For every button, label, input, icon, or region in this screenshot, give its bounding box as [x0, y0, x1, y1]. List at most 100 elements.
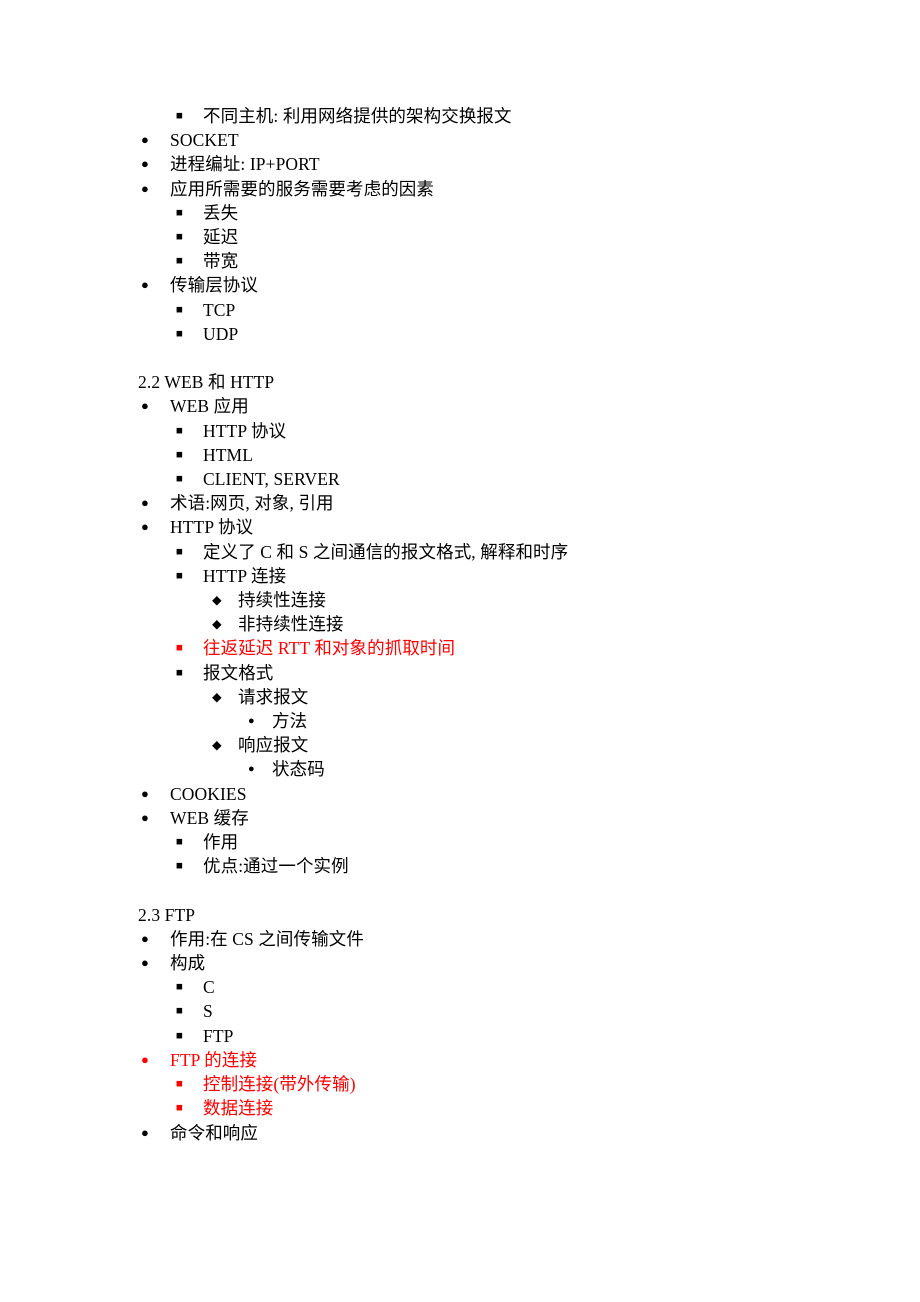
outline-item-label: 延迟 — [203, 227, 239, 248]
bullet-level1-icon: ● — [141, 132, 149, 148]
outline-item-label: 持续性连接 — [238, 590, 326, 611]
outline-item-l2: ■ TCP — [138, 298, 838, 322]
outline-item-l2: ■ C — [138, 975, 838, 999]
document-page: ■ 不同主机: 利用网络提供的架构交换报文 ● SOCKET ● 进程编址: IP+POR… — [0, 0, 920, 1302]
outline-item-label: FTP 的连接 — [170, 1049, 258, 1070]
bullet-level2-icon: ■ — [176, 327, 184, 340]
bullet-level2-icon: ■ — [176, 1078, 184, 1091]
outline-item-label: S — [203, 1001, 213, 1022]
bullet-level2-icon: ■ — [176, 836, 184, 849]
outline-item-label: UDP — [203, 323, 239, 344]
outline-item-label: 带宽 — [203, 251, 239, 272]
outline-item-label: 不同主机: 利用网络提供的架构交换报文 — [203, 106, 512, 126]
outline-item-label: 方法 — [272, 711, 308, 732]
bullet-level2-icon: ■ — [176, 255, 184, 268]
outline-item-label: HTML — [203, 444, 253, 465]
bullet-level2-icon: ■ — [176, 1029, 184, 1042]
outline-item-l2: ■ CLIENT, SERVER — [138, 467, 838, 491]
outline-item-label: 丢失 — [203, 202, 239, 223]
outline-item-l2: ■ 数据连接 — [138, 1096, 838, 1120]
outline-item-label: C — [203, 977, 215, 998]
outline-item-label: 控制连接(带外传输) — [203, 1074, 356, 1095]
outline-item-l1: ● HTTP 协议 — [138, 515, 838, 539]
outline-item-label: 定义了 C 和 S 之间通信的报文格式, 解释和时序 — [203, 541, 569, 562]
bullet-level1-icon: ● — [141, 955, 149, 971]
outline-item-label: 状态码 — [272, 759, 325, 780]
outline-item-label: 响应报文 — [238, 735, 309, 756]
bullet-level1-icon: ● — [141, 398, 149, 414]
bullet-level1-icon: ● — [141, 930, 149, 946]
bullet-level1-icon: ● — [141, 156, 149, 172]
outline-item-l2: ■ 报文格式 — [138, 661, 838, 685]
outline-item-label: 构成 — [170, 953, 206, 974]
outline-item-l4: ● 方法 — [138, 709, 838, 733]
outline-item-l2: ■ HTTP 协议 — [138, 419, 838, 443]
section-heading: 2.3 FTP — [138, 904, 196, 925]
outline-item-l1: ● 传输层协议 — [138, 273, 838, 297]
outline-item-label: COOKIES — [170, 783, 247, 804]
bullet-level3-icon: ◆ — [212, 593, 222, 608]
outline-item-l2: ■ FTP — [138, 1024, 838, 1048]
outline-item-label: HTTP 协议 — [203, 420, 287, 441]
outline-item-l1: ● WEB 缓存 — [138, 806, 838, 830]
outline-body: ■ 不同主机: 利用网络提供的架构交换报文 ● SOCKET ● 进程编址: IP+POR… — [138, 104, 838, 1145]
outline-item-label: 术语:网页, 对象, 引用 — [170, 493, 334, 514]
bullet-level1-icon: ● — [141, 180, 149, 196]
outline-item-l1: ● WEB 应用 — [138, 394, 838, 418]
outline-item-l2: ■ S — [138, 999, 838, 1023]
bullet-level1-icon: ● — [141, 495, 149, 511]
outline-item-l1: ● 命令和响应 — [138, 1121, 838, 1145]
outline-item-label: 应用所需要的服务需要考虑的因素 — [170, 178, 434, 199]
bullet-level2-icon: ■ — [176, 448, 184, 461]
outline-item-label: SOCKET — [170, 130, 239, 151]
bullet-level1-icon: ● — [141, 809, 149, 825]
outline-item-label: HTTP 连接 — [203, 565, 287, 586]
bullet-level1-icon: ● — [141, 1051, 149, 1067]
bullet-level2-icon: ■ — [176, 231, 184, 244]
bullet-level2-icon: ■ — [176, 473, 184, 486]
outline-item-label: 传输层协议 — [170, 275, 258, 296]
outline-item-l4: ● 状态码 — [138, 757, 838, 781]
outline-item-label: 优点:通过一个实例 — [203, 856, 349, 877]
outline-item-label: 作用 — [203, 832, 239, 853]
bullet-level2-icon: ■ — [176, 545, 184, 558]
bullet-level3-icon: ◆ — [212, 738, 222, 753]
outline-item-l1: ● 进程编址: IP+PORT — [138, 152, 838, 176]
bullet-level2-icon: ■ — [176, 981, 184, 994]
outline-item-l3: ◆ 请求报文 — [138, 685, 838, 709]
outline-item-label: CLIENT, SERVER — [203, 469, 340, 490]
outline-item-l2: ■ 不同主机: 利用网络提供的架构交换报文 — [138, 104, 838, 128]
bullet-level1-icon: ● — [141, 519, 149, 535]
outline-item-l3: ◆ 持续性连接 — [138, 588, 838, 612]
bullet-level1-icon: ● — [141, 277, 149, 293]
outline-item-label: 往返延迟 RTT 和对象的抓取时间 — [203, 638, 456, 659]
outline-item-label: 命令和响应 — [170, 1122, 258, 1143]
outline-item-l2: ■ 丢失 — [138, 201, 838, 225]
outline-item-label: FTP — [203, 1025, 234, 1046]
outline-item-label: 进程编址: IP+PORT — [170, 154, 320, 175]
outline-item-l2: ■ 作用 — [138, 830, 838, 854]
bullet-level1-icon: ● — [141, 1124, 149, 1140]
bullet-level4-icon: ● — [248, 763, 255, 776]
bullet-level2-icon: ■ — [176, 1005, 184, 1018]
outline-item-label: WEB 应用 — [170, 396, 249, 417]
outline-item-l2: ■ HTTP 连接 — [138, 564, 838, 588]
outline-item-l1: ● 构成 — [138, 951, 838, 975]
outline-item-l2: ■ 带宽 — [138, 249, 838, 273]
bullet-level2-icon: ■ — [176, 1102, 184, 1115]
outline-item-label: HTTP 协议 — [170, 517, 254, 538]
outline-item-l3: ◆ 非持续性连接 — [138, 612, 838, 636]
bullet-level3-icon: ◆ — [212, 689, 222, 704]
bullet-level2-icon: ■ — [176, 666, 184, 679]
outline-item-l3: ◆ 响应报文 — [138, 733, 838, 757]
bullet-level2-icon: ■ — [176, 303, 184, 316]
bullet-level2-icon: ■ — [176, 569, 184, 582]
outline-item-l2: ■ 优点:通过一个实例 — [138, 854, 838, 878]
outline-item-l2: ■ 控制连接(带外传输) — [138, 1072, 838, 1096]
outline-item-l1: ● COOKIES — [138, 782, 838, 806]
bullet-level4-icon: ● — [248, 715, 255, 728]
outline-item-label: TCP — [203, 299, 236, 320]
outline-item-l2: ■ 往返延迟 RTT 和对象的抓取时间 — [138, 636, 838, 660]
